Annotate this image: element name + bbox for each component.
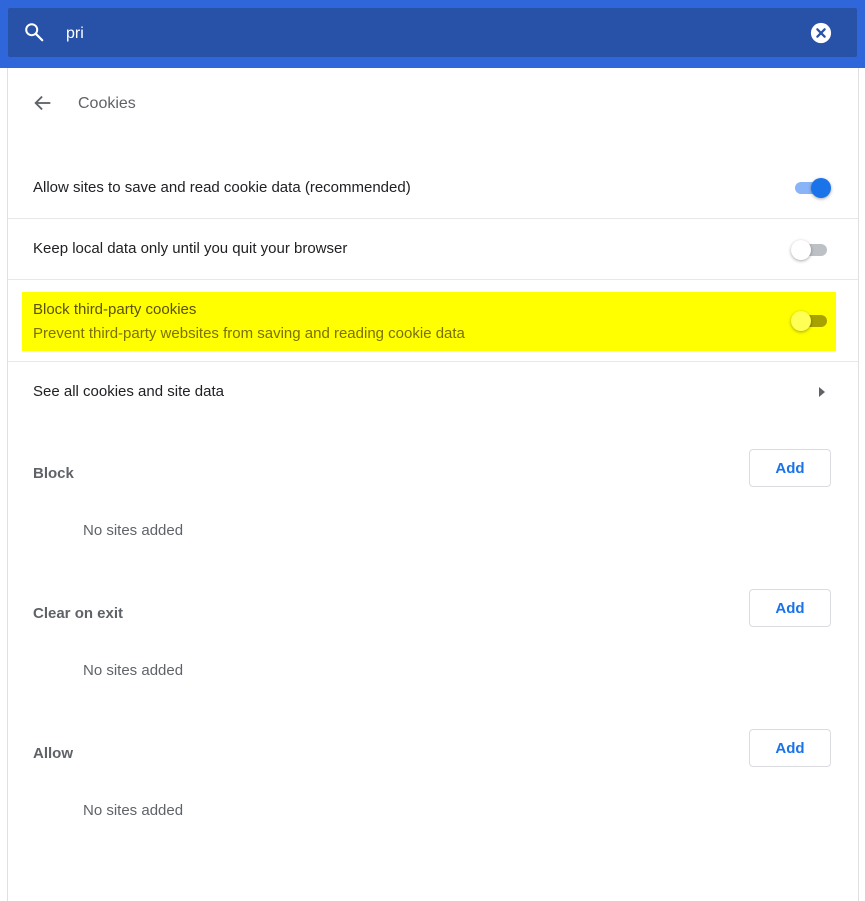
divider bbox=[8, 279, 858, 280]
block-third-party-label: Block third-party cookies bbox=[33, 301, 197, 318]
allow-cookies-toggle[interactable] bbox=[793, 177, 831, 198]
cookies-settings-card: Cookies Allow sites to save and read coo… bbox=[7, 68, 859, 901]
block-third-party-toggle[interactable] bbox=[791, 310, 827, 331]
toggle-knob bbox=[811, 178, 831, 198]
toggle-knob bbox=[791, 240, 811, 260]
toggle-knob bbox=[791, 311, 811, 331]
allow-empty-text: No sites added bbox=[83, 802, 184, 819]
allow-add-button[interactable]: Add bbox=[749, 729, 831, 767]
page-title: Cookies bbox=[78, 95, 136, 112]
see-all-cookies-label: See all cookies and site data bbox=[33, 383, 224, 400]
search-icon bbox=[25, 23, 44, 42]
block-empty-text: No sites added bbox=[83, 522, 184, 539]
clear-on-exit-add-button[interactable]: Add bbox=[749, 589, 831, 627]
block-third-party-description: Prevent third-party websites from saving… bbox=[33, 325, 465, 342]
keep-local-data-label: Keep local data only until you quit your… bbox=[33, 240, 348, 257]
chevron-right-icon[interactable] bbox=[816, 385, 828, 399]
search-box bbox=[8, 8, 857, 57]
block-section-title: Block bbox=[33, 465, 74, 482]
block-add-button[interactable]: Add bbox=[749, 449, 831, 487]
allow-section-title: Allow bbox=[33, 745, 73, 762]
allow-cookies-label: Allow sites to save and read cookie data… bbox=[33, 179, 411, 196]
settings-header bbox=[0, 0, 865, 68]
clear-on-exit-section-title: Clear on exit bbox=[33, 605, 124, 622]
clear-on-exit-empty-text: No sites added bbox=[83, 662, 184, 679]
allow-cookies-row[interactable]: Allow sites to save and read cookie data… bbox=[8, 156, 858, 218]
search-input[interactable] bbox=[64, 20, 768, 48]
back-arrow-icon[interactable] bbox=[32, 92, 54, 114]
block-third-party-row[interactable]: Block third-party cookies Prevent third-… bbox=[22, 292, 836, 351]
keep-local-data-toggle[interactable] bbox=[791, 239, 827, 260]
clear-search-icon[interactable] bbox=[810, 22, 832, 44]
keep-local-data-row[interactable]: Keep local data only until you quit your… bbox=[8, 219, 858, 279]
see-all-cookies-row[interactable]: See all cookies and site data bbox=[8, 362, 858, 420]
